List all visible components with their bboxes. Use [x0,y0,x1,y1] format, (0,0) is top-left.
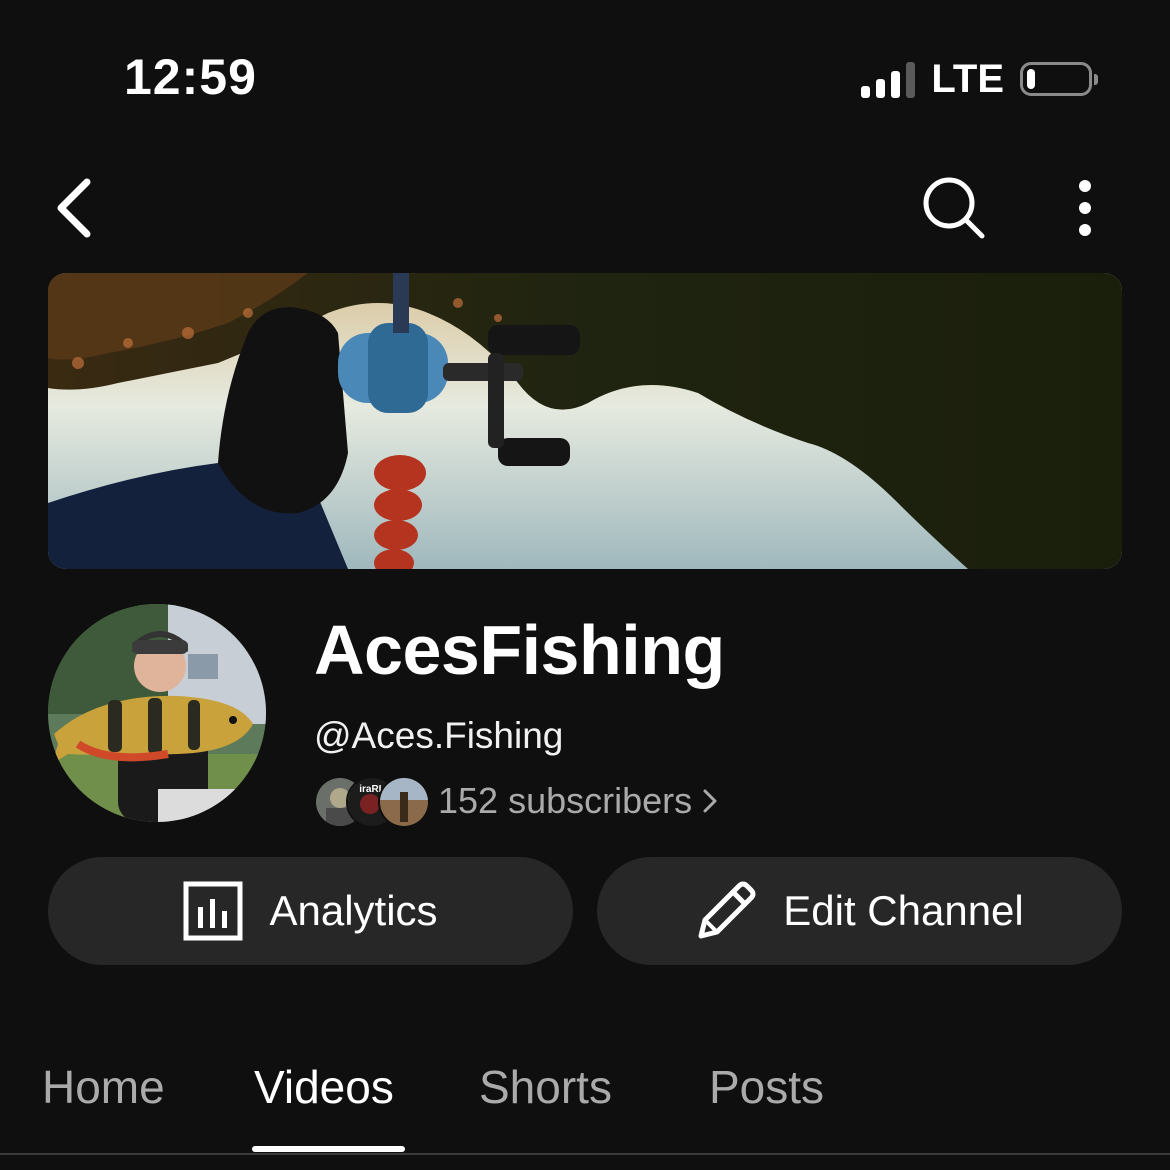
network-type: LTE [931,56,1004,101]
subscriber-avatars: iraRL [314,776,430,828]
edit-channel-label: Edit Channel [783,887,1024,934]
tab-posts[interactable]: Posts [709,1060,824,1114]
status-time: 12:59 [124,49,257,105]
subscriber-count-label: 152 subscribers [438,780,693,821]
more-vertical-icon [1079,180,1091,236]
battery-icon [1020,62,1098,96]
channel-handle: @Aces.Fishing [314,715,564,756]
tab-shorts[interactable]: Shorts [479,1060,612,1114]
analytics-label: Analytics [269,887,438,934]
channel-screen: 12:59 LTE AcesFishing @Aces.Fishing iraR… [0,0,1170,1170]
analytics-button[interactable]: Analytics [48,857,573,965]
back-button[interactable] [38,168,108,248]
tab-videos[interactable]: Videos [254,1060,394,1114]
status-indicators: LTE [861,56,1098,102]
channel-banner [48,273,1122,569]
chevron-right-icon [703,789,717,813]
subscribers-link[interactable]: iraRL 152 subscribers [314,775,718,828]
channel-tabs: Home Videos Shorts Posts [0,1050,1170,1170]
chevron-left-icon [57,178,91,238]
active-tab-indicator [252,1146,405,1152]
banner-image [48,273,1122,569]
channel-name: AcesFishing [314,611,725,689]
subscriber-count[interactable]: 152 subscribers [438,780,718,822]
channel-avatar[interactable] [48,604,266,822]
edit-channel-button[interactable]: Edit Channel [597,857,1122,965]
more-options-button[interactable] [1050,168,1120,248]
search-icon [923,177,985,239]
signal-icon [861,60,916,98]
analytics-chart-icon [183,881,243,941]
subscriber-avatar [378,776,430,828]
pencil-icon [698,881,756,939]
search-button[interactable] [914,168,994,248]
tab-home[interactable]: Home [42,1060,165,1114]
tabs-divider [0,1153,1170,1155]
avatar-image [48,604,266,822]
